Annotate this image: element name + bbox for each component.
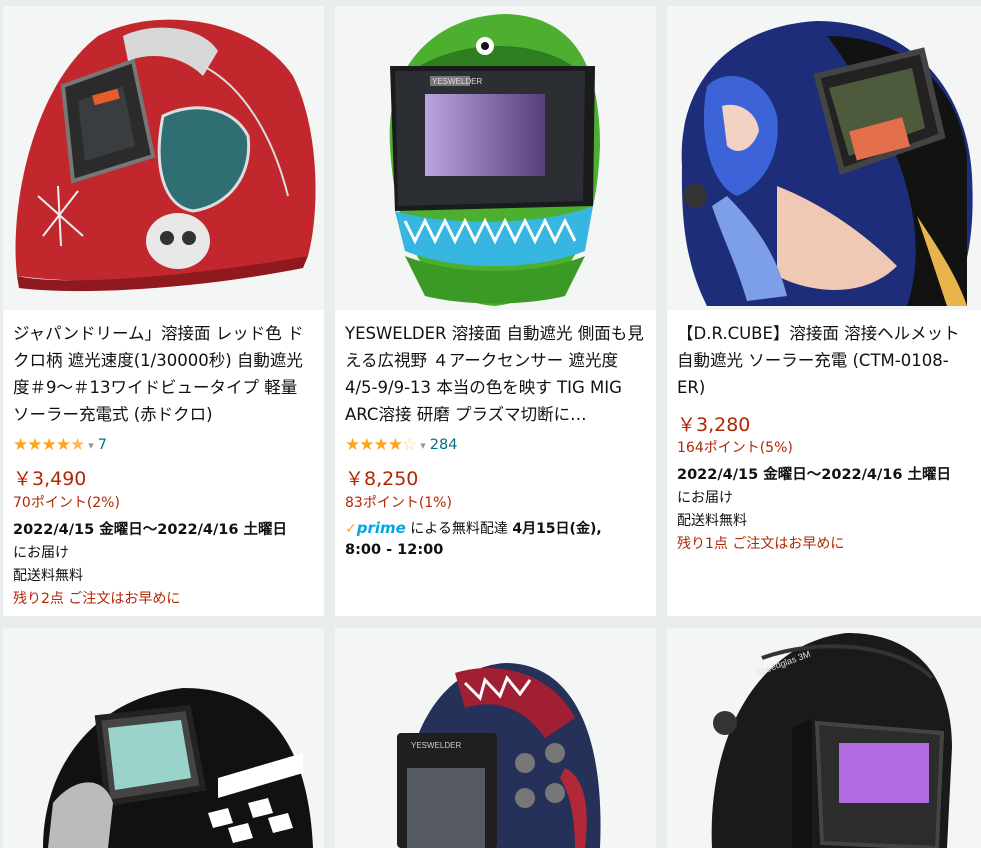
rating-count[interactable]: 284 [430,437,458,453]
star-rating-icon[interactable]: ★★★★★ [13,436,85,454]
product-card-3[interactable]: 【D.R.CUBE】溶接面 溶接ヘルメット 自動遮光 ソーラー充電 (CTM-0… [667,6,981,616]
product-card-5[interactable]: YESWELDER [335,628,656,848]
shipping-3: 配送料無料 [677,513,747,529]
product-image-4[interactable] [3,628,324,848]
green-monster-welding-helmet-icon: YESWELDER [389,14,600,306]
product-card-1[interactable]: ジャパンドリーム」溶接面 レッド色 ドクロ柄 遮光速度(1/30000秒) 自動… [3,6,324,616]
delivery-date-1: 2022/4/15 金曜日～2022/4/16 土曜日 [13,522,288,538]
stock-1: 残り2点 ご注文はお早めに [13,591,181,607]
product-image-6[interactable]: Speedglas 3M [667,628,981,848]
chevron-down-icon[interactable]: ▾ [88,439,94,452]
product-card-4[interactable] [3,628,324,848]
product-card-6[interactable]: Speedglas 3M [667,628,981,848]
product-price-1[interactable]: ￥3,490 [13,464,86,491]
product-image-1[interactable] [3,6,324,310]
prime-time: 8:00 - 12:00 [345,542,444,558]
prime-date: 4月15日(金), [512,521,602,537]
product-price-3[interactable]: ￥3,280 [677,410,750,437]
prime-check-icon: ✓ [345,521,357,537]
product-title-1[interactable]: ジャパンドリーム」溶接面 レッド色 ドクロ柄 遮光速度(1/30000秒) 自動… [13,320,318,428]
star-rating-icon[interactable]: ★★★★☆ [345,436,417,454]
prime-text: による無料配達 [410,521,508,537]
page: { "products": [ { "title": "ジャパンドリーム」溶接面… [0,0,981,848]
product-price-2[interactable]: ￥8,250 [345,464,418,491]
product-card-2[interactable]: YESWELDER YESWELDER 溶接面 自動遮光 側面も見える広視野 ４… [335,6,656,616]
delivery-suffix-3: にお届け [677,490,733,506]
venom-art-welding-helmet-icon: YESWELDER [397,663,601,848]
stock-3: 残り1点 ご注文はお早めに [677,536,845,552]
points-1: 70ポイント(2%) [13,495,120,511]
product-title-2[interactable]: YESWELDER 溶接面 自動遮光 側面も見える広視野 ４アークセンサー 遮光… [345,320,650,428]
prime-logo: prime [356,519,406,537]
helmet-brand-label: YESWELDER [432,77,482,86]
prime-delivery-row: ✓prime による無料配達 4月15日(金), [345,518,602,538]
rating-count[interactable]: 7 [98,437,107,453]
red-skull-welding-helmet-icon [15,19,316,292]
rating-row-2[interactable]: ★★★★☆ ▾ 284 [345,434,457,456]
anime-art-welding-helmet-icon [681,21,973,306]
chevron-down-icon[interactable]: ▾ [420,439,426,452]
points-2: 83ポイント(1%) [345,495,452,511]
product-image-2[interactable]: YESWELDER [335,6,656,310]
black-checkered-welding-helmet-icon [43,688,313,848]
shipping-1: 配送料無料 [13,568,83,584]
black-speedglas-welding-helmet-icon: Speedglas 3M [711,633,952,848]
product-image-5[interactable]: YESWELDER [335,628,656,848]
helmet-brand-label: YESWELDER [411,741,461,750]
points-3: 164ポイント(5%) [677,440,793,456]
product-title-3[interactable]: 【D.R.CUBE】溶接面 溶接ヘルメット 自動遮光 ソーラー充電 (CTM-0… [677,320,975,401]
product-image-3[interactable] [667,6,981,310]
delivery-suffix-1: にお届け [13,545,69,561]
rating-row-1[interactable]: ★★★★★ ▾ 7 [13,434,107,456]
delivery-date-3: 2022/4/15 金曜日～2022/4/16 土曜日 [677,467,952,483]
